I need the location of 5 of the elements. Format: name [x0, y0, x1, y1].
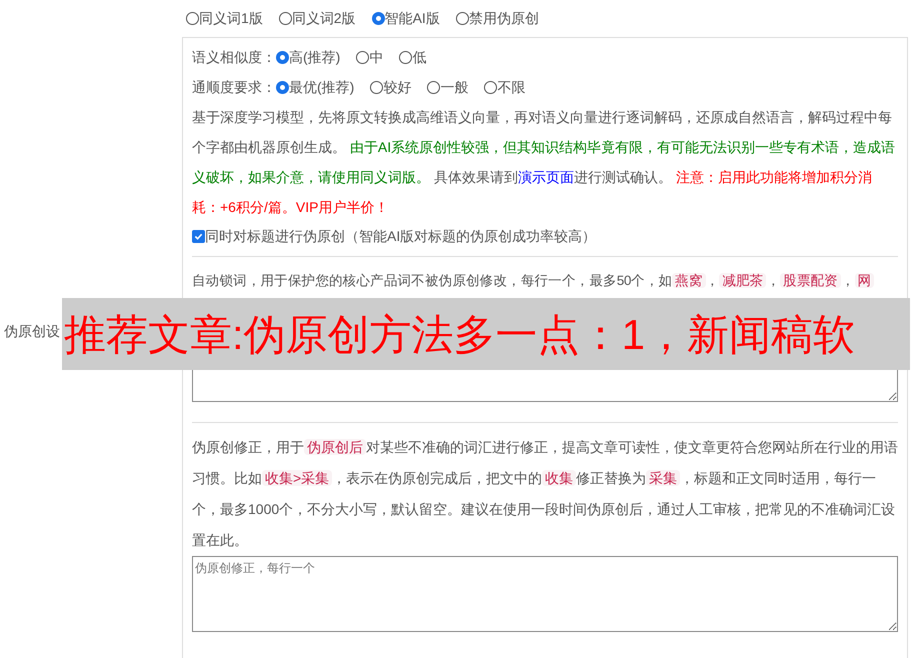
- setting-label: 通顺度要求：: [192, 78, 276, 96]
- field-label: 伪原创设: [4, 322, 60, 341]
- ai-description: 基于深度学习模型，先将原文转换成高维语义向量，再对语义向量进行逐词解码，还原成自然语言，解码过程中每个字都由机器原创生成。 由于AI系统原创性较强，但其知识结构毕竟有限，有可能无法识别一些专有术语，造成语义破坏，如果介意，请使用同义词版。 具体效果请到演示页面进行测试确认。 注意：启用此功能将增加积分消耗：+6积分/篇。VIP用户半价！: [192, 108, 896, 217]
- correction-description: 伪原创修正，用于 伪原创后 对某些不准确的词汇进行修正，提高文章可读性，使文章更符合您网站所在行业的用语习惯。比如 收集>采集 ，表示在伪原创完成后，把文中的 收集 修正替换为 采集 ，标题和正文同时适用，每行一个，最多1000个，不分大小写，默认留空。建议在使用一段时间伪原创后，通过人工审核，把常见的不准确词汇设置在此。: [192, 438, 898, 550]
- setting-label: 语义相似度：: [192, 48, 276, 66]
